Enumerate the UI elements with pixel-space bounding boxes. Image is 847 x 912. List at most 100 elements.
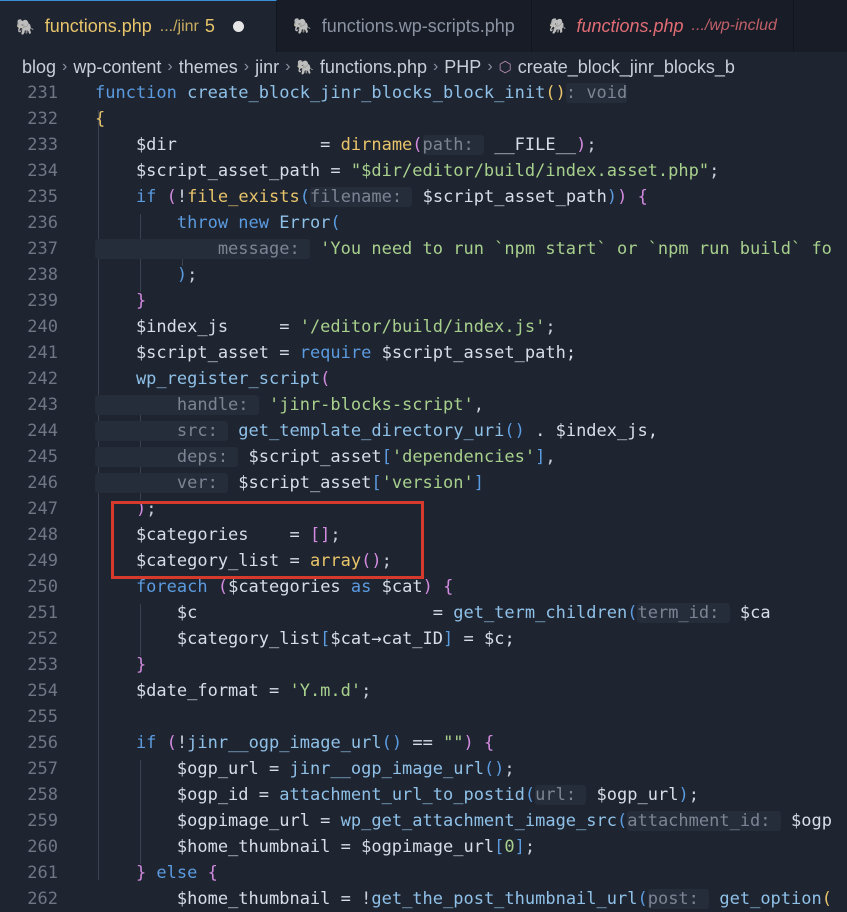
breadcrumb-item[interactable]: themes	[179, 57, 238, 78]
code-line[interactable]: 248 $categories = [];	[0, 522, 847, 548]
code-line[interactable]: 257 $ogp_url = jinr__ogp_image_url();	[0, 756, 847, 782]
line-number: 258	[27, 785, 58, 805]
code-editor[interactable]: 231 function create_block_jinr_blocks_blo…	[0, 80, 847, 909]
code-token: )	[678, 785, 689, 805]
code-text: foreach ($categories as $cat) {	[95, 574, 453, 600]
code-token: ;	[586, 135, 597, 155]
code-line[interactable]: 239 }	[0, 288, 847, 314]
code-line[interactable]: 249 $category_list = array();	[0, 548, 847, 574]
code-line[interactable]: 236 throw new Error(	[0, 210, 847, 236]
line-number: 251	[27, 603, 58, 623]
code-text: $category_list[$cat→cat_ID] = $c;	[95, 626, 515, 652]
code-line[interactable]: 233 $dir = dirname(path: __FILE__);	[0, 132, 847, 158]
code-line[interactable]: 256 if (!jinr__ogp_image_url() == "") {	[0, 730, 847, 756]
breadcrumb-item[interactable]: blog	[22, 57, 56, 78]
php-elephant-icon: 🐘	[296, 58, 314, 75]
breadcrumb-item[interactable]: create_block_jinr_blocks_b	[518, 57, 735, 78]
code-token: (	[299, 187, 310, 207]
code-text: function create_block_jinr_blocks_block_…	[95, 80, 628, 106]
breadcrumb: blog › wp-content › themes › jinr › 🐘 fu…	[0, 52, 847, 82]
code-token: else	[146, 863, 208, 883]
code-line[interactable]: 260 $home_thumbnail = $ogpimage_url[0];	[0, 834, 847, 860]
code-line[interactable]: 242 wp_register_script(	[0, 366, 847, 392]
code-token: (	[627, 603, 638, 623]
breadcrumb-item[interactable]: functions.php	[320, 57, 427, 78]
code-token: !	[176, 187, 188, 207]
code-token: ;	[504, 759, 515, 779]
code-line[interactable]: 262 $home_thumbnail = !get_the_post_thum…	[0, 886, 847, 912]
code-token: 'dependencies'	[391, 447, 536, 467]
problem-count-badge: 5	[204, 16, 215, 36]
code-text: $home_thumbnail = !get_the_post_thumbnai…	[95, 886, 832, 912]
code-token: ()	[545, 83, 566, 103]
breadcrumb-item[interactable]: PHP	[444, 57, 481, 78]
code-token: get_template_directory_uri	[228, 421, 505, 441]
code-token: )	[95, 499, 147, 519]
code-token: $categories	[228, 577, 351, 597]
code-text: $ogp_id = attachment_url_to_postid(url: …	[95, 782, 699, 808]
code-token: (	[320, 369, 331, 389]
code-token: )	[95, 265, 188, 285]
code-token: ;	[688, 785, 699, 805]
code-line[interactable]: 235 if (!file_exists(filename: $script_a…	[0, 184, 847, 210]
line-number: 238	[27, 265, 58, 285]
line-number: 254	[27, 681, 58, 701]
code-line[interactable]: 237 message: 'You need to run `npm start…	[0, 236, 847, 262]
code-line[interactable]: 247 );	[0, 496, 847, 522]
code-line[interactable]: 241 $script_asset = require $script_asse…	[0, 340, 847, 366]
code-line[interactable]: 252 $category_list[$cat→cat_ID] = $c;	[0, 626, 847, 652]
code-line[interactable]: 232 {	[0, 106, 847, 132]
code-text: if (!jinr__ogp_image_url() == "") {	[95, 730, 494, 756]
code-token: [	[494, 837, 505, 857]
code-text: wp_register_script(	[95, 366, 330, 392]
code-line[interactable]: 258 $ogp_id = attachment_url_to_postid(u…	[0, 782, 847, 808]
code-token: $category_list =	[95, 551, 310, 571]
code-line[interactable]: 245 deps: $script_asset['dependencies'],	[0, 444, 847, 470]
line-number: 250	[27, 577, 58, 597]
line-number: 245	[27, 447, 58, 467]
line-number: 240	[27, 317, 58, 337]
code-line[interactable]: 246 ver: $script_asset['version']	[0, 470, 847, 496]
tab-functions-php-jinr[interactable]: 🐘 functions.php .../jinr 5	[0, 0, 277, 52]
tab-bar: 🐘 functions.php .../jinr 5 🐘 functions.w…	[0, 0, 847, 53]
code-line[interactable]: 243 handle: 'jinr-blocks-script',	[0, 392, 847, 418]
code-text: $c = get_term_children(term_id: $ca	[95, 600, 771, 626]
breadcrumb-item[interactable]: wp-content	[73, 57, 161, 78]
code-line[interactable]: 261 } else {	[0, 860, 847, 886]
code-line[interactable]: 238 );	[0, 262, 847, 288]
tab-functions-php-wp-includes[interactable]: 🐘 functions.php .../wp-includ	[532, 0, 794, 52]
line-number: 236	[27, 213, 58, 233]
code-token: $ogp_url =	[95, 759, 290, 779]
tab-functions-wp-scripts-php[interactable]: 🐘 functions.wp-scripts.php	[277, 0, 532, 52]
code-token: $script_asset_path;	[371, 343, 577, 363]
code-line[interactable]: 255	[0, 704, 847, 730]
code-text: $home_thumbnail = $ogpimage_url[0];	[95, 834, 535, 860]
unsaved-dot-icon[interactable]	[232, 21, 244, 32]
code-line[interactable]: 253 }	[0, 652, 847, 678]
code-line[interactable]: 250 foreach ($categories as $cat) {	[0, 574, 847, 600]
code-token: 0	[504, 837, 515, 857]
code-token: jinr__ogp_image_url	[187, 733, 382, 753]
chevron-right-icon: ›	[167, 58, 173, 75]
breadcrumb-item[interactable]: jinr	[255, 57, 279, 78]
code-line[interactable]: 240 $index_js = '/editor/build/index.js'…	[0, 314, 847, 340]
code-line[interactable]: 244 src: get_template_directory_uri() . …	[0, 418, 847, 444]
code-line[interactable]: 231 function create_block_jinr_blocks_blo…	[0, 80, 847, 106]
code-text: message: 'You need to run `npm start` or…	[95, 236, 832, 262]
code-text: $category_list = array();	[95, 548, 392, 574]
code-token: {	[443, 577, 454, 597]
code-token: (	[217, 577, 229, 597]
chevron-right-icon: ›	[285, 58, 291, 75]
php-elephant-icon: 🐘	[547, 18, 567, 35]
php-elephant-icon: 🐘	[16, 18, 35, 36]
code-token: ;	[146, 499, 157, 519]
code-token: $script_asset_path	[412, 187, 607, 207]
code-line[interactable]: 259 $ogpimage_url = wp_get_attachment_im…	[0, 808, 847, 834]
code-line[interactable]: 251 $c = get_term_children(term_id: $ca	[0, 600, 847, 626]
code-token: get_term_children	[453, 603, 628, 623]
code-text: );	[95, 496, 157, 522]
code-line[interactable]: 254 $date_format = 'Y.m.d';	[0, 678, 847, 704]
code-line[interactable]: 234 $script_asset_path = "$dir/editor/bu…	[0, 158, 847, 184]
chevron-right-icon: ›	[62, 58, 68, 75]
code-token: if	[95, 187, 167, 207]
